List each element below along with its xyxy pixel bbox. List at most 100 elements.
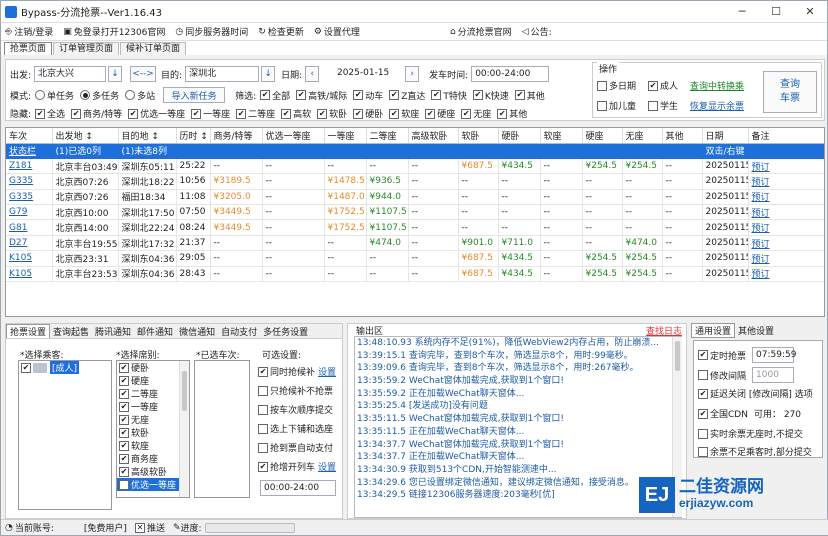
mode-multi-radio[interactable]: 多任务 — [80, 89, 119, 102]
col-header[interactable]: 软卧 — [458, 128, 499, 144]
col-header[interactable]: 高级软卧 — [408, 128, 459, 144]
hide-ruanwo[interactable]: ✔ 软卧 — [317, 107, 347, 120]
timed-grab-input[interactable]: 07:59:59 — [752, 347, 796, 363]
proxy-button[interactable]: ⚙ 设置代理 — [314, 25, 360, 39]
query-button[interactable]: 查询 车票 — [763, 71, 817, 113]
to-dropdown-button[interactable]: ↓ — [261, 66, 276, 82]
book-cell[interactable] — [748, 143, 824, 159]
realtime-checkbox[interactable]: 实时余票无座时,不提交 — [698, 427, 803, 440]
hide-ruanzuo[interactable]: ✔ 软座 — [389, 107, 419, 120]
timed-grab-checkbox[interactable]: ✔ 定时抢票 — [698, 349, 746, 362]
interval-input[interactable]: 1000 — [752, 367, 795, 383]
partial-submit-checkbox[interactable]: 余票不足乘客时,部分提交 — [698, 445, 812, 458]
option-checkbox[interactable]: 只抢候补不抢票 — [258, 381, 338, 400]
train-number-cell[interactable]: D27 — [6, 235, 53, 252]
close-button[interactable]: ✕ — [793, 5, 827, 18]
subtab-autopay[interactable]: 自动支付 — [218, 325, 260, 338]
table-row[interactable]: K105 北京西23:31 深圳东04:36 29:05 -- -- -- -- -- ¥687.… — [6, 250, 824, 267]
table-row[interactable]: Z181 北京丰台03:49 深圳东05:11 25:22 -- -- -- -- -- ¥687… — [6, 158, 824, 175]
filter-other[interactable]: ✔ 其他 — [514, 89, 545, 102]
table-row[interactable]: G79 北京西10:00 深圳北17:50 07:50 ¥3449.5 -- ¥1752.5… — [6, 204, 824, 221]
table-row[interactable]: D27 北京丰台19:55 深圳北17:32 21:37 -- -- -- ¥474.0 -- ¥… — [6, 235, 824, 252]
col-header[interactable]: 硬卧 — [498, 128, 541, 144]
book-cell[interactable]: 预订 — [748, 266, 824, 283]
table-row[interactable]: G335 北京西07:26 深圳北18:22 10:56 ¥3189.5 -- ¥1478.… — [6, 173, 824, 190]
book-cell[interactable]: 预订 — [748, 250, 824, 267]
subtab-tencent[interactable]: 腾讯通知 — [92, 325, 134, 338]
tab-general[interactable]: 通用设置 — [691, 323, 736, 338]
tab-orders[interactable]: 订单管理页面 — [53, 42, 120, 55]
table-row[interactable]: G81 北京西14:00 深圳北22:24 08:24 ¥3449.5 -- ¥1752.5… — [6, 219, 824, 236]
col-header[interactable]: 其他 — [662, 128, 703, 144]
subtab-grab[interactable]: 抢票设置 — [6, 324, 51, 338]
hide-other[interactable]: ✔ 其他 — [497, 107, 527, 120]
col-header[interactable]: 一等座 — [324, 128, 367, 144]
sync-time-button[interactable]: ◷ 同步服务器时间 — [175, 25, 248, 39]
filter-t[interactable]: ✔ T特快 — [431, 89, 467, 102]
subtab-email[interactable]: 邮件通知 — [134, 325, 176, 338]
tab-other[interactable]: 其他设置 — [735, 324, 777, 337]
table-row[interactable]: G335 北京西07:26 福田18:34 11:08 ¥3205.0 -- ¥1487.0… — [6, 189, 824, 206]
book-cell[interactable]: 预订 — [748, 204, 824, 221]
maximize-button[interactable]: ☐ — [759, 5, 793, 18]
check-update-button[interactable]: ↻ 检查更新 — [258, 25, 304, 39]
official-site-button[interactable]: ⌂ 分流抢票官网 — [450, 25, 512, 39]
from-input[interactable]: 北京大兴 — [34, 66, 107, 82]
interval-checkbox[interactable]: 修改间隔 — [698, 369, 746, 382]
filter-dongche[interactable]: ✔ 动车 — [353, 89, 383, 102]
option-checkbox[interactable]: ✔ 抢增开列车 设置 — [258, 457, 338, 476]
train-number-cell[interactable]: 状态栏 — [6, 143, 53, 159]
seat-scrollbar[interactable] — [179, 361, 189, 497]
col-header[interactable]: 出发地 ↕ — [52, 128, 119, 144]
col-header[interactable]: 无座 — [622, 128, 663, 144]
mode-multistation-radio[interactable]: 多站 — [125, 89, 155, 102]
option-checkbox[interactable]: 按车次顺序提交 — [258, 400, 338, 419]
date-input[interactable]: 2025-01-15 — [321, 66, 406, 82]
col-header[interactable]: 商务/特等 — [210, 128, 263, 144]
book-cell[interactable]: 预订 — [748, 158, 824, 175]
book-cell[interactable]: 预订 — [748, 189, 824, 206]
grab-time-select[interactable]: 00:00-24:00 — [260, 480, 336, 496]
cdn-checkbox[interactable]: ✔ 全国CDN — [698, 407, 748, 420]
passenger-item[interactable]: ✔ [成人] — [19, 361, 111, 374]
subtab-multitask[interactable]: 多任务设置 — [260, 325, 311, 338]
subtab-presale[interactable]: 查询起售 — [50, 325, 92, 338]
option-checkbox[interactable]: 选上下铺和选座 — [258, 419, 338, 438]
push-checkbox[interactable]: ✕ — [134, 522, 145, 533]
next-date-button[interactable]: › — [405, 66, 420, 82]
col-header[interactable]: 优选一等座 — [262, 128, 325, 144]
col-header[interactable]: 二等座 — [366, 128, 409, 144]
adult-checkbox[interactable]: ✔ 成人 — [648, 79, 678, 92]
train-number-cell[interactable]: G79 — [6, 204, 53, 221]
option-settings-link[interactable]: 设置 — [318, 460, 336, 473]
depart-time-select[interactable]: 00:00-24:00 — [471, 66, 550, 82]
subtab-wechat[interactable]: 微信通知 — [176, 325, 218, 338]
filter-z[interactable]: ✔ Z直达 — [389, 89, 425, 102]
add-child-checkbox[interactable]: 加儿童 — [597, 99, 636, 112]
option-checkbox[interactable]: 抢到票自动支付 — [258, 438, 338, 457]
swap-button[interactable]: <--> — [130, 66, 157, 82]
hide-gaoruan[interactable]: ✔ 高软 — [281, 107, 311, 120]
hide-yingzuo[interactable]: ✔ 硬座 — [425, 107, 455, 120]
train-number-cell[interactable]: K105 — [6, 266, 53, 283]
train-number-cell[interactable]: G335 — [6, 189, 53, 206]
tab-waitlist[interactable]: 候补订单页面 — [120, 42, 187, 55]
prev-date-button[interactable]: ‹ — [305, 66, 320, 82]
filter-k[interactable]: ✔ K快速 — [472, 89, 509, 102]
hide-yingwo[interactable]: ✔ 硬卧 — [353, 107, 383, 120]
filter-gaotie[interactable]: ✔ 高铁/城际 — [296, 89, 347, 102]
hide-business[interactable]: ✔ 商务/特等 — [71, 107, 122, 120]
transfer-query-link[interactable]: 查询中转换乘 — [690, 79, 744, 92]
book-cell[interactable]: 预订 — [748, 235, 824, 252]
col-header[interactable]: 车次 — [6, 128, 53, 144]
book-cell[interactable]: 预订 — [748, 173, 824, 190]
tab-grab[interactable]: 抢票页面 — [4, 42, 53, 55]
col-header[interactable]: 历时 ↕ — [176, 128, 211, 144]
status-row[interactable]: 状态栏 (1)已选0列 (1)未选8列 双击/右键 — [6, 143, 824, 159]
restore-tickets-link[interactable]: 恢复显示余票 — [690, 99, 744, 112]
mode-single-radio[interactable]: 单任务 — [35, 89, 74, 102]
train-number-cell[interactable]: G81 — [6, 219, 53, 236]
hide-premium-first[interactable]: ✔ 优选一等座 — [128, 107, 185, 120]
table-row[interactable]: K105 北京丰台23:53 深圳东04:36 28:43 -- -- -- -- -- ¥687… — [6, 266, 824, 283]
minimize-button[interactable]: ─ — [725, 5, 759, 18]
